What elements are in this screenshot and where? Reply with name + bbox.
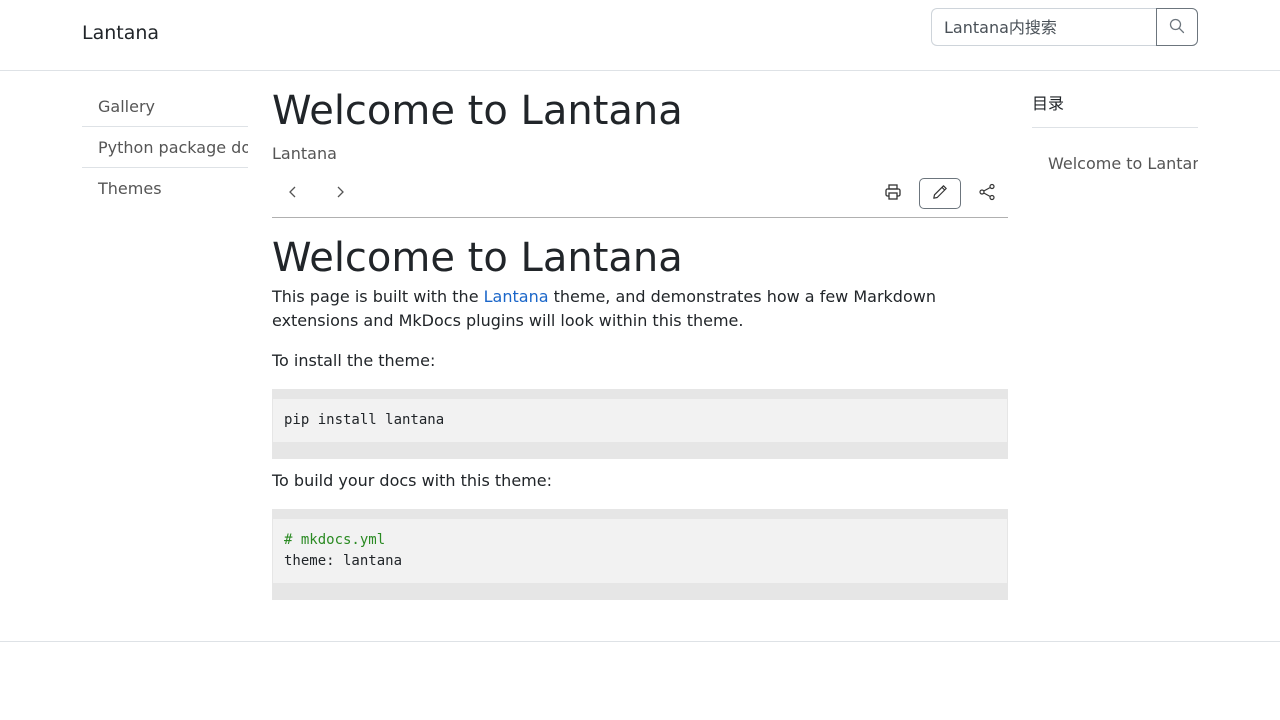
intro-text-start: This page is built with the (272, 287, 484, 306)
install-paragraph: To install the theme: (272, 351, 436, 370)
article-body: Welcome to Lantana This page is built wi… (272, 234, 1008, 600)
chevron-right-icon (333, 185, 347, 202)
code-comment: # mkdocs.yml (284, 532, 386, 548)
page-toolbar (272, 170, 1008, 218)
toc-title: 目录 (1032, 86, 1198, 128)
page-subtitle: Lantana (272, 144, 337, 163)
toc-item-welcome[interactable]: Welcome to Lantana (1032, 128, 1198, 173)
sidebar-item-python-package-docs[interactable]: Python package docs (82, 127, 248, 168)
code-line: theme: lantana (284, 553, 403, 569)
install-code-block: pip install lantana (272, 389, 1008, 459)
search-form (931, 8, 1198, 46)
intro-paragraph: This page is built with the Lantana them… (272, 285, 1008, 333)
table-of-contents: 目录 Welcome to Lantana (1032, 86, 1198, 173)
sidebar-item-gallery[interactable]: Gallery (82, 86, 248, 127)
search-icon (1169, 18, 1185, 37)
content-heading: Welcome to Lantana (272, 235, 683, 281)
print-button[interactable] (872, 178, 914, 209)
sidebar-nav: Gallery Python package docs Themes (82, 86, 248, 209)
edit-page-button[interactable] (919, 178, 961, 209)
share-button[interactable] (966, 178, 1008, 209)
lantana-link[interactable]: Lantana (484, 287, 549, 306)
footer-divider (0, 641, 1280, 642)
printer-icon (884, 183, 902, 204)
site-brand[interactable]: Lantana (82, 22, 159, 44)
share-icon (978, 183, 996, 204)
next-page-button[interactable] (319, 178, 361, 209)
top-navbar: Lantana (0, 0, 1280, 71)
pencil-icon (932, 184, 948, 203)
chevron-left-icon (286, 185, 300, 202)
search-input[interactable] (931, 8, 1157, 46)
sidebar-item-themes[interactable]: Themes (82, 168, 248, 209)
build-code-block: # mkdocs.yml theme: lantana (272, 509, 1008, 600)
search-button[interactable] (1156, 8, 1198, 46)
previous-page-button[interactable] (272, 178, 314, 209)
page-title: Welcome to Lantana (272, 88, 683, 134)
build-paragraph: To build your docs with this theme: (272, 471, 552, 490)
build-code: # mkdocs.yml theme: lantana (273, 519, 1007, 583)
install-code: pip install lantana (273, 399, 1007, 442)
main-content: Welcome to Lantana Lantana Welcome to La… (272, 86, 1008, 600)
